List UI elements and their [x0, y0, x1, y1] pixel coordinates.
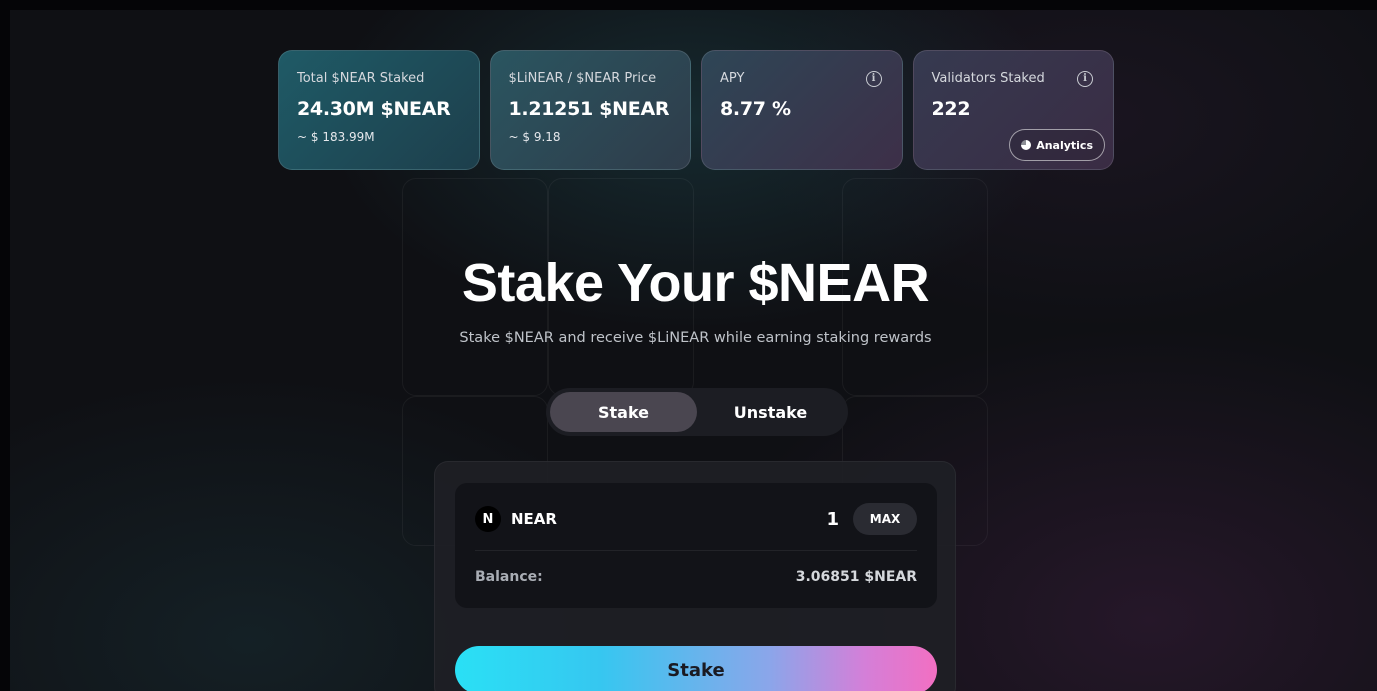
stake-unstake-toggle: Stake Unstake: [546, 388, 848, 436]
stat-value: 8.77 %: [720, 98, 791, 120]
amount-input[interactable]: 1: [826, 509, 839, 530]
stat-sub-value: ~ $ 183.99M: [297, 130, 375, 144]
amount-input-box: N NEAR 1 MAX Balance: 3.06851 $NEAR: [455, 483, 937, 608]
stat-value: 222: [931, 98, 971, 120]
balance-value: 3.06851 $NEAR: [795, 569, 917, 585]
stat-card-total-staked: Total $NEAR Staked 24.30M $NEAR ~ $ 183.…: [278, 50, 480, 170]
token-name: NEAR: [511, 510, 557, 528]
analytics-label: Analytics: [1036, 138, 1093, 152]
page-subtitle: Stake $NEAR and receive $LiNEAR while ea…: [459, 330, 932, 346]
max-button[interactable]: MAX: [853, 503, 917, 535]
stake-submit-button[interactable]: Stake: [455, 646, 937, 691]
stat-sub-value: ~ $ 9.18: [508, 130, 561, 144]
page-title: Stake Your $NEAR: [461, 253, 930, 313]
stat-value: 24.30M $NEAR: [297, 98, 451, 120]
stat-label: $LiNEAR / $NEAR Price: [508, 71, 657, 86]
near-token-icon: N: [475, 506, 501, 532]
stat-label: Validators Staked: [931, 71, 1045, 86]
token-row: N NEAR 1 MAX: [475, 503, 917, 535]
stat-card-price: $LiNEAR / $NEAR Price 1.21251 $NEAR ~ $ …: [489, 50, 691, 170]
stat-card-validators: Validators Staked 222 i Analytics: [912, 50, 1114, 170]
tab-unstake[interactable]: Unstake: [697, 392, 844, 432]
stake-panel: N NEAR 1 MAX Balance: 3.06851 $NEAR Stak…: [434, 461, 956, 691]
balance-row: Balance: 3.06851 $NEAR: [475, 563, 917, 591]
pie-chart-icon: [1021, 140, 1032, 150]
stats-row: Total $NEAR Staked 24.30M $NEAR ~ $ 183.…: [278, 50, 1114, 170]
balance-label: Balance:: [475, 569, 543, 585]
window-top-edge: [0, 0, 1377, 10]
stat-label: Total $NEAR Staked: [297, 71, 425, 86]
divider: [475, 550, 917, 551]
stat-label: APY: [720, 71, 745, 86]
info-icon[interactable]: i: [865, 71, 882, 87]
tab-stake[interactable]: Stake: [550, 392, 697, 432]
stat-card-apy: APY 8.77 % i: [701, 50, 903, 170]
analytics-button[interactable]: Analytics: [1009, 129, 1105, 161]
stat-value: 1.21251 $NEAR: [508, 98, 670, 120]
info-icon[interactable]: i: [1077, 71, 1093, 87]
